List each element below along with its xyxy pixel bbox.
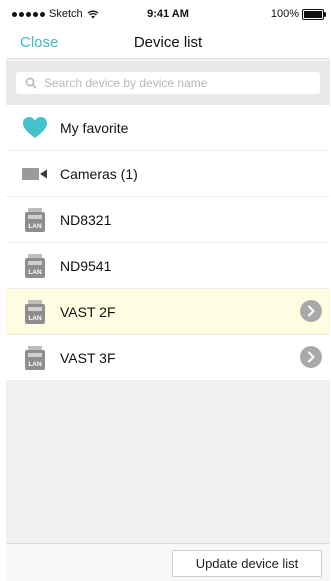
search-input[interactable] [42, 75, 306, 91]
update-device-list-button[interactable]: Update device list [172, 550, 322, 577]
lan-device-icon: LAN [20, 205, 50, 235]
list-item-label: My favorite [60, 119, 129, 136]
navigation-bar: Close Device list [6, 28, 330, 59]
list-item-cameras[interactable]: Cameras (1) [6, 151, 330, 197]
list-item-vast-2f[interactable]: LAN VAST 2F [6, 289, 330, 335]
page-title: Device list [133, 34, 203, 51]
video-camera-icon [20, 159, 50, 189]
lan-device-icon: LAN [20, 297, 50, 327]
heart-icon [20, 113, 50, 143]
battery-percent: 100% [270, 8, 299, 20]
list-item-label: ND9541 [60, 257, 112, 274]
search-bar [6, 61, 330, 105]
list-item-nd8321[interactable]: LAN ND8321 [6, 197, 330, 243]
svg-text:LAN: LAN [28, 223, 42, 230]
lan-device-icon: LAN [20, 343, 50, 373]
list-item-label: VAST 2F [60, 303, 116, 320]
list-item-my-favorite[interactable]: My favorite [6, 105, 330, 151]
svg-text:LAN: LAN [28, 361, 42, 368]
svg-text:LAN: LAN [28, 315, 42, 322]
list-item-vast-3f[interactable]: LAN VAST 3F [6, 335, 330, 381]
search-icon [25, 77, 37, 89]
lan-device-icon: LAN [20, 251, 50, 281]
list-item-label: Cameras (1) [60, 165, 138, 182]
status-bar: Sketch 9:41 AM 100% [6, 0, 330, 28]
chevron-right-icon[interactable] [300, 346, 322, 368]
battery-icon [302, 8, 326, 20]
device-list: My favorite Cameras (1) LAN ND8321 LAN N… [6, 105, 330, 381]
footer-toolbar: Update device list [6, 543, 330, 581]
chevron-right-icon[interactable] [300, 300, 322, 322]
list-item-nd9541[interactable]: LAN ND9541 [6, 243, 330, 289]
list-item-label: ND8321 [60, 211, 112, 228]
status-right: 100% [270, 8, 326, 20]
search-box[interactable] [16, 72, 320, 94]
app-frame: Sketch 9:41 AM 100% Close Device list Se… [6, 0, 330, 581]
list-item-label: VAST 3F [60, 349, 116, 366]
svg-text:LAN: LAN [28, 269, 42, 276]
